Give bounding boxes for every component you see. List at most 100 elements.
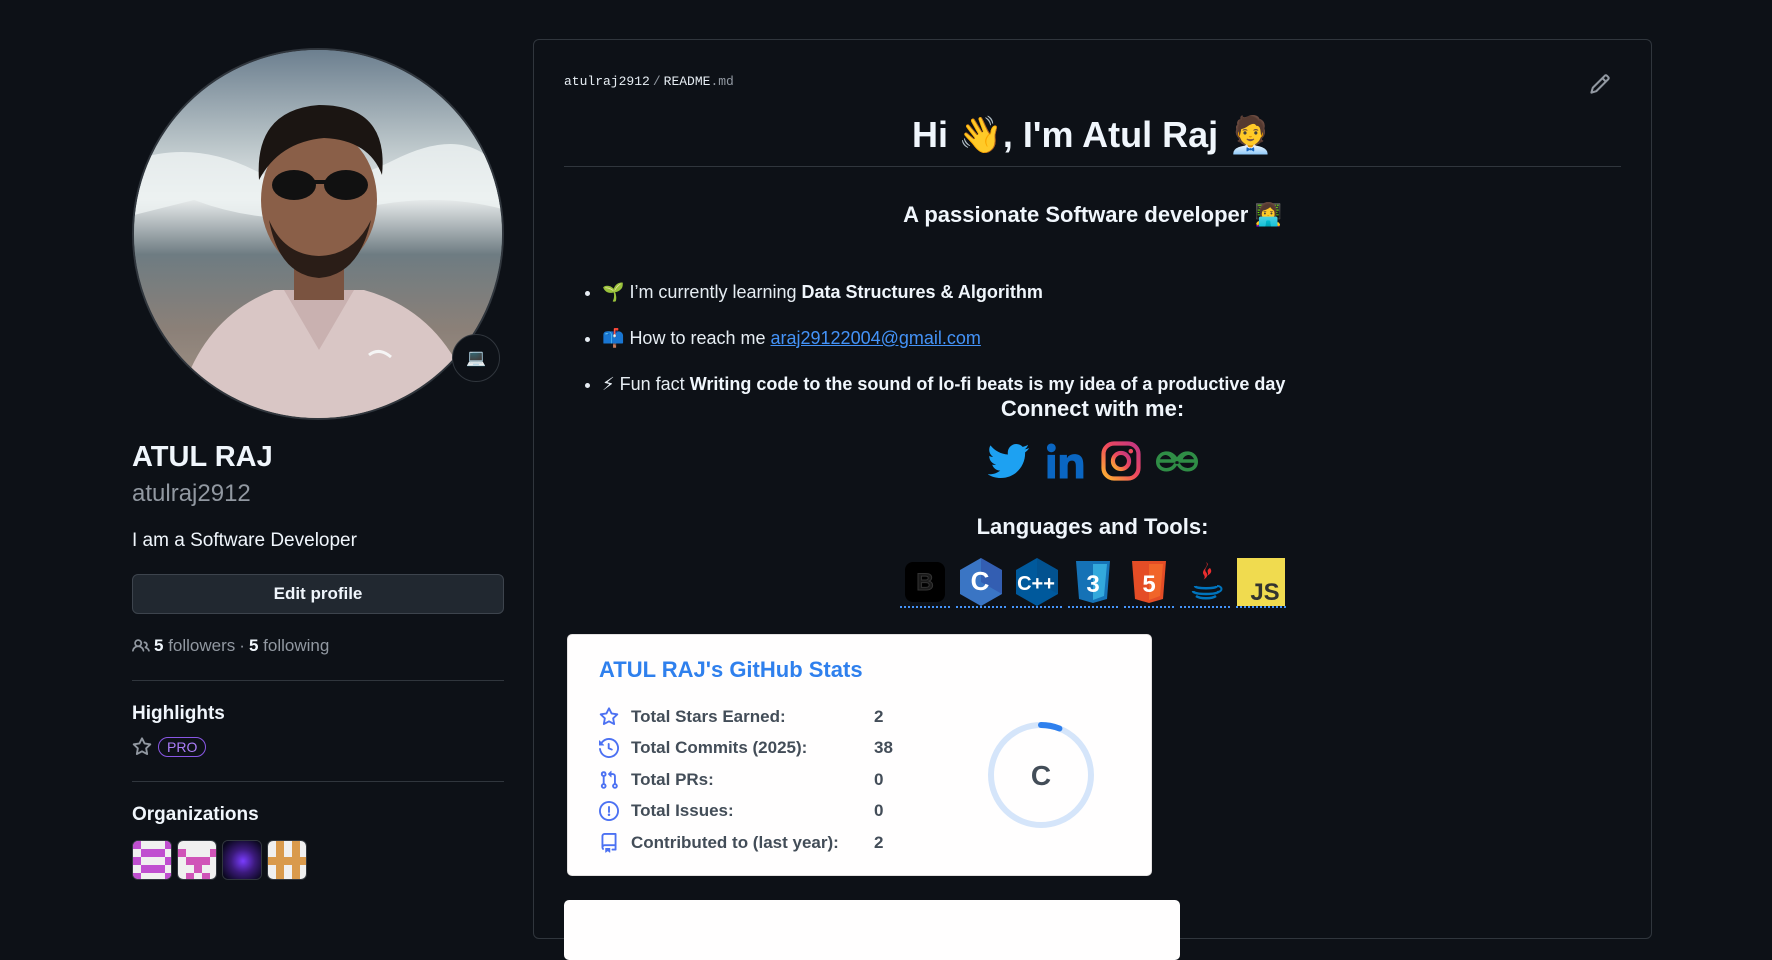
list-item-text: How to reach me — [629, 328, 771, 348]
html5-number: 5 — [1142, 571, 1155, 598]
organization-avatar[interactable] — [267, 839, 307, 880]
organizations-title: Organizations — [132, 803, 259, 825]
stat-row: Total Stars Earned: 2 — [599, 701, 934, 733]
laptop-icon: 💻 — [466, 350, 486, 367]
organization-avatar[interactable] — [222, 839, 262, 880]
stat-value: 0 — [874, 769, 884, 789]
cplusplus-icon: C++ — [1015, 558, 1058, 606]
avatar-container: 💻 — [132, 48, 504, 420]
organization-avatar[interactable] — [177, 839, 217, 880]
c-icon: C — [959, 558, 1002, 606]
twitter-icon[interactable] — [987, 440, 1030, 482]
highlights-title: Highlights — [132, 702, 225, 724]
connect-title: Connect with me: — [1000, 396, 1185, 421]
stat-row: Total Commits (2025): 38 — [599, 733, 934, 765]
email-link[interactable]: araj29122004@gmail.com — [771, 328, 981, 348]
stat-value: 38 — [874, 738, 893, 758]
html5-icon: 5 — [1131, 561, 1166, 603]
javascript-logo-link[interactable]: JS — [1235, 558, 1286, 608]
followers-link[interactable]: 5 followers — [154, 636, 235, 656]
stat-label: Total Stars Earned: — [631, 706, 786, 726]
history-icon — [599, 738, 619, 759]
profile-readme: atulraj2912/README.md Hi 👋, I'm Atul Raj… — [533, 39, 1652, 960]
javascript-letters: JS — [1250, 579, 1279, 606]
linkedin-icon[interactable] — [1044, 440, 1086, 482]
lightning-icon: ⚡ — [602, 374, 615, 394]
stat-label: Contributed to (last year): — [631, 832, 839, 852]
readme-owner-link[interactable]: atulraj2912 — [564, 74, 650, 89]
instagram-icon[interactable] — [1100, 440, 1142, 482]
java-icon — [1191, 562, 1222, 600]
readme-subheading: A passionate Software developer 👩‍💻 — [903, 202, 1282, 227]
profile-full-name: ATUL RAJ — [132, 441, 273, 473]
c-logo-link[interactable]: C — [955, 558, 1006, 608]
seedling-icon: 🌱 — [602, 282, 625, 302]
stat-value: 2 — [874, 706, 884, 726]
bootstrap-icon: B — [904, 562, 945, 602]
readme-heading: Hi 👋, I'm Atul Raj 🧑‍💼 — [564, 114, 1621, 167]
rank-letter: C — [1031, 760, 1051, 791]
list-item-bold: Writing code to the sound of lo-fi beats… — [689, 374, 1286, 394]
profile-bio: I am a Software Developer — [132, 529, 357, 551]
edit-profile-button[interactable]: Edit profile — [132, 573, 504, 614]
readme-file-ext: .md — [710, 74, 734, 89]
pull-request-icon — [600, 770, 618, 789]
repo-icon — [601, 832, 617, 853]
org-identicon — [133, 840, 171, 879]
stat-row: Contributed to (last year): 2 — [599, 827, 934, 859]
github-stats-card[interactable]: ATUL RAJ's GitHub Stats Total Stars Earn… — [567, 634, 1152, 876]
stat-label: Total Issues: — [631, 801, 734, 821]
javascript-icon: JS — [1236, 558, 1285, 606]
tools-list: B C C++ 3 5 JS — [534, 558, 1651, 608]
avatar-photo — [134, 50, 502, 418]
readme-file-name: README — [663, 74, 711, 89]
pencil-icon[interactable] — [1589, 73, 1611, 95]
followers-count: 5 — [154, 635, 164, 655]
star-icon — [599, 707, 619, 725]
geeksforgeeks-icon[interactable] — [1155, 440, 1198, 482]
organizations-list — [132, 839, 504, 880]
stat-row: Total Issues: 0 — [599, 796, 934, 828]
divider — [132, 780, 504, 782]
stat-row: Total PRs: 0 — [599, 764, 934, 796]
next-stats-card[interactable] — [564, 900, 1180, 960]
stats-title: ATUL RAJ's GitHub Stats — [599, 657, 863, 682]
following-count: 5 — [248, 635, 259, 655]
list-item: ⚡ Fun fact Writing code to the sound of … — [602, 372, 1285, 396]
bootstrap-letter: B — [916, 569, 933, 596]
profile-username: atulraj2912 — [132, 479, 251, 507]
social-links — [534, 440, 1651, 482]
css3-icon: 3 — [1075, 561, 1110, 603]
following-link[interactable]: 5 following — [249, 636, 329, 656]
stat-value: 2 — [874, 832, 884, 852]
tools-title: Languages and Tools: — [976, 514, 1209, 539]
java-logo-link[interactable] — [1179, 558, 1230, 608]
star-icon — [132, 737, 152, 755]
list-item: 🌱 I’m currently learning Data Structures… — [602, 280, 1285, 304]
cplusplus-logo-link[interactable]: C++ — [1011, 558, 1062, 608]
list-item-text: I’m currently learning — [629, 282, 802, 302]
bootstrap-logo-link[interactable]: B — [899, 558, 950, 608]
follow-stats: 5 followers · 5 following — [132, 636, 504, 656]
followers-label: followers — [168, 635, 236, 655]
readme-path: atulraj2912/README.md — [564, 74, 734, 89]
cplusplus-letters: C++ — [1017, 573, 1055, 595]
html5-logo-link[interactable]: 5 — [1123, 558, 1174, 608]
pro-badge[interactable]: PRO — [158, 736, 207, 757]
following-label: following — [263, 635, 330, 655]
list-item: 📫 How to reach me araj29122004@gmail.com — [602, 326, 1285, 350]
c-letter: C — [970, 566, 989, 596]
list-item-bold: Data Structures & Algorithm — [801, 282, 1043, 302]
css3-logo-link[interactable]: 3 — [1067, 558, 1118, 608]
highlights-row: PRO — [132, 736, 504, 757]
css3-number: 3 — [1086, 571, 1099, 598]
issue-icon — [599, 801, 619, 822]
divider — [132, 679, 504, 681]
organization-avatar[interactable] — [132, 839, 172, 880]
mailbox-icon: 📫 — [602, 328, 625, 348]
avatar[interactable] — [132, 48, 504, 420]
status-emoji-button[interactable]: 💻 — [452, 334, 500, 382]
follow-separator: · — [239, 635, 245, 655]
org-logo — [223, 840, 261, 879]
profile-sidebar: 💻 ATUL RAJ atulraj2912 I am a Software D… — [132, 48, 504, 880]
